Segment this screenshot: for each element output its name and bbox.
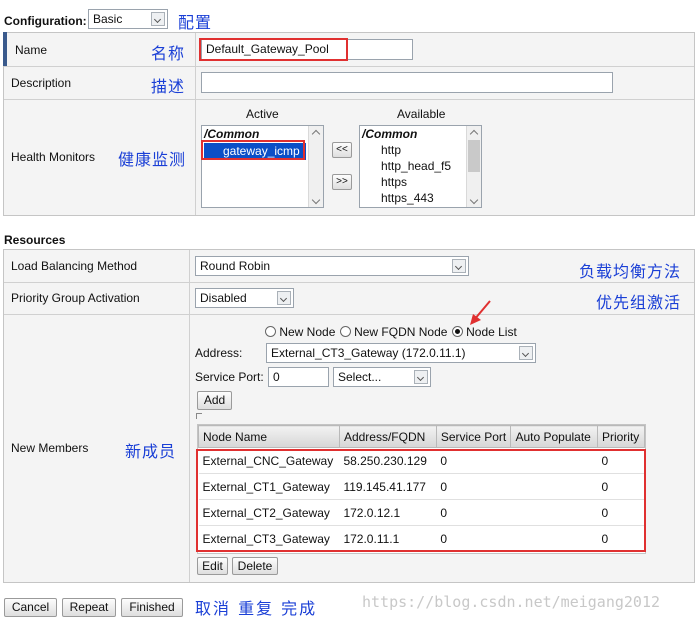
radio-new-fqdn-node[interactable] (339, 326, 351, 337)
active-item-highlight (201, 140, 305, 160)
scroll-up-icon[interactable] (309, 126, 323, 138)
lb-method-value: Round Robin (200, 259, 271, 273)
name-row-accent (3, 32, 7, 66)
configuration-select-value: Basic (93, 12, 123, 26)
radio-new-node[interactable] (265, 326, 276, 337)
chevron-down-icon[interactable] (277, 291, 291, 305)
watermark: https://blog.csdn.net/meigang2012 (362, 593, 661, 611)
row-divider (4, 99, 694, 100)
chevron-down-icon[interactable] (414, 370, 428, 384)
column-header[interactable]: Auto Populate (510, 425, 598, 448)
scroll-thumb[interactable] (468, 140, 480, 172)
move-left-button[interactable]: << (332, 142, 352, 158)
health-monitors-annotation: 健康监测 (118, 150, 187, 169)
available-header: Available (397, 107, 446, 121)
scrollbar[interactable] (308, 126, 323, 207)
description-annotation: 描述 (151, 77, 186, 96)
members-highlight (196, 449, 646, 552)
radio-label: New FQDN Node (354, 325, 448, 339)
general-divider (195, 33, 196, 215)
finished-button[interactable]: Finished (121, 598, 183, 617)
service-port-field[interactable]: 0 (268, 367, 329, 387)
repeat-button[interactable]: Repeat (62, 598, 116, 617)
name-highlight (199, 38, 348, 61)
radio-label: New Node (279, 325, 336, 339)
service-select-value: Select... (338, 370, 382, 384)
scrollbar[interactable] (466, 126, 481, 207)
address-value: External_CT3_Gateway (172.0.11.1) (271, 346, 466, 360)
edit-button[interactable]: Edit (197, 557, 228, 575)
service-port-label: Service Port: (195, 370, 264, 384)
cancel-button[interactable]: Cancel (4, 598, 57, 617)
scroll-down-icon[interactable] (467, 195, 481, 207)
list-group-header: /Common (362, 127, 418, 141)
footer-annotation: 取消 重复 完成 (195, 599, 318, 618)
radio-node-list[interactable] (451, 326, 463, 337)
list-item[interactable]: https_443 (381, 191, 434, 205)
lb-method-label: Load Balancing Method (11, 259, 138, 273)
chevron-down-icon[interactable] (519, 346, 533, 360)
add-button[interactable]: Add (197, 391, 232, 410)
configuration-label: Configuration: (4, 14, 87, 28)
list-item[interactable]: http (381, 143, 401, 157)
resources-title: Resources (4, 233, 66, 247)
list-item[interactable]: https (381, 175, 407, 189)
list-group-header: /Common (204, 127, 260, 141)
active-monitors-list[interactable]: /Common gateway_icmp (201, 125, 324, 208)
priority-value: Disabled (200, 291, 247, 305)
row-divider (4, 66, 694, 67)
available-monitors-list[interactable]: /Common http http_head_f5 https https_44… (359, 125, 482, 208)
move-right-button[interactable]: >> (332, 174, 352, 190)
lb-method-select[interactable]: Round Robin (195, 256, 469, 276)
health-monitors-label: Health Monitors (11, 150, 96, 164)
address-select[interactable]: External_CT3_Gateway (172.0.11.1) (266, 343, 536, 363)
active-header: Active (246, 107, 279, 121)
description-field[interactable] (201, 72, 613, 93)
delete-button[interactable]: Delete (232, 557, 278, 575)
arrow-pointer-icon (470, 300, 491, 325)
address-label: Address: (195, 346, 243, 360)
priority-label: Priority Group Activation (11, 291, 140, 305)
new-members-annotation: 新成员 (125, 442, 177, 461)
configuration-select[interactable]: Basic (88, 9, 168, 29)
column-header[interactable]: Address/FQDN (338, 425, 437, 448)
chevron-down-icon[interactable] (452, 259, 466, 273)
chevron-down-icon[interactable] (151, 12, 165, 26)
scroll-down-icon[interactable] (309, 195, 323, 207)
row-divider (4, 314, 694, 315)
configuration-annotation: 配置 (178, 13, 213, 32)
description-label: Description (11, 76, 72, 90)
row-divider (4, 282, 694, 283)
list-item[interactable]: http_head_f5 (381, 159, 451, 173)
column-header[interactable]: Service Port (435, 425, 512, 448)
resize-mark (196, 413, 202, 419)
column-header[interactable]: Node Name (198, 425, 340, 448)
scroll-up-icon[interactable] (467, 126, 481, 138)
column-header[interactable]: Priority (596, 425, 646, 448)
resources-divider (189, 250, 190, 582)
name-annotation: 名称 (151, 44, 186, 63)
lb-method-annotation: 负载均衡方法 (579, 262, 682, 281)
new-members-label: New Members (11, 441, 89, 455)
priority-annotation: 优先组激活 (596, 293, 682, 312)
name-label: Name (15, 43, 48, 57)
service-select[interactable]: Select... (333, 367, 431, 387)
priority-select[interactable]: Disabled (195, 288, 294, 308)
